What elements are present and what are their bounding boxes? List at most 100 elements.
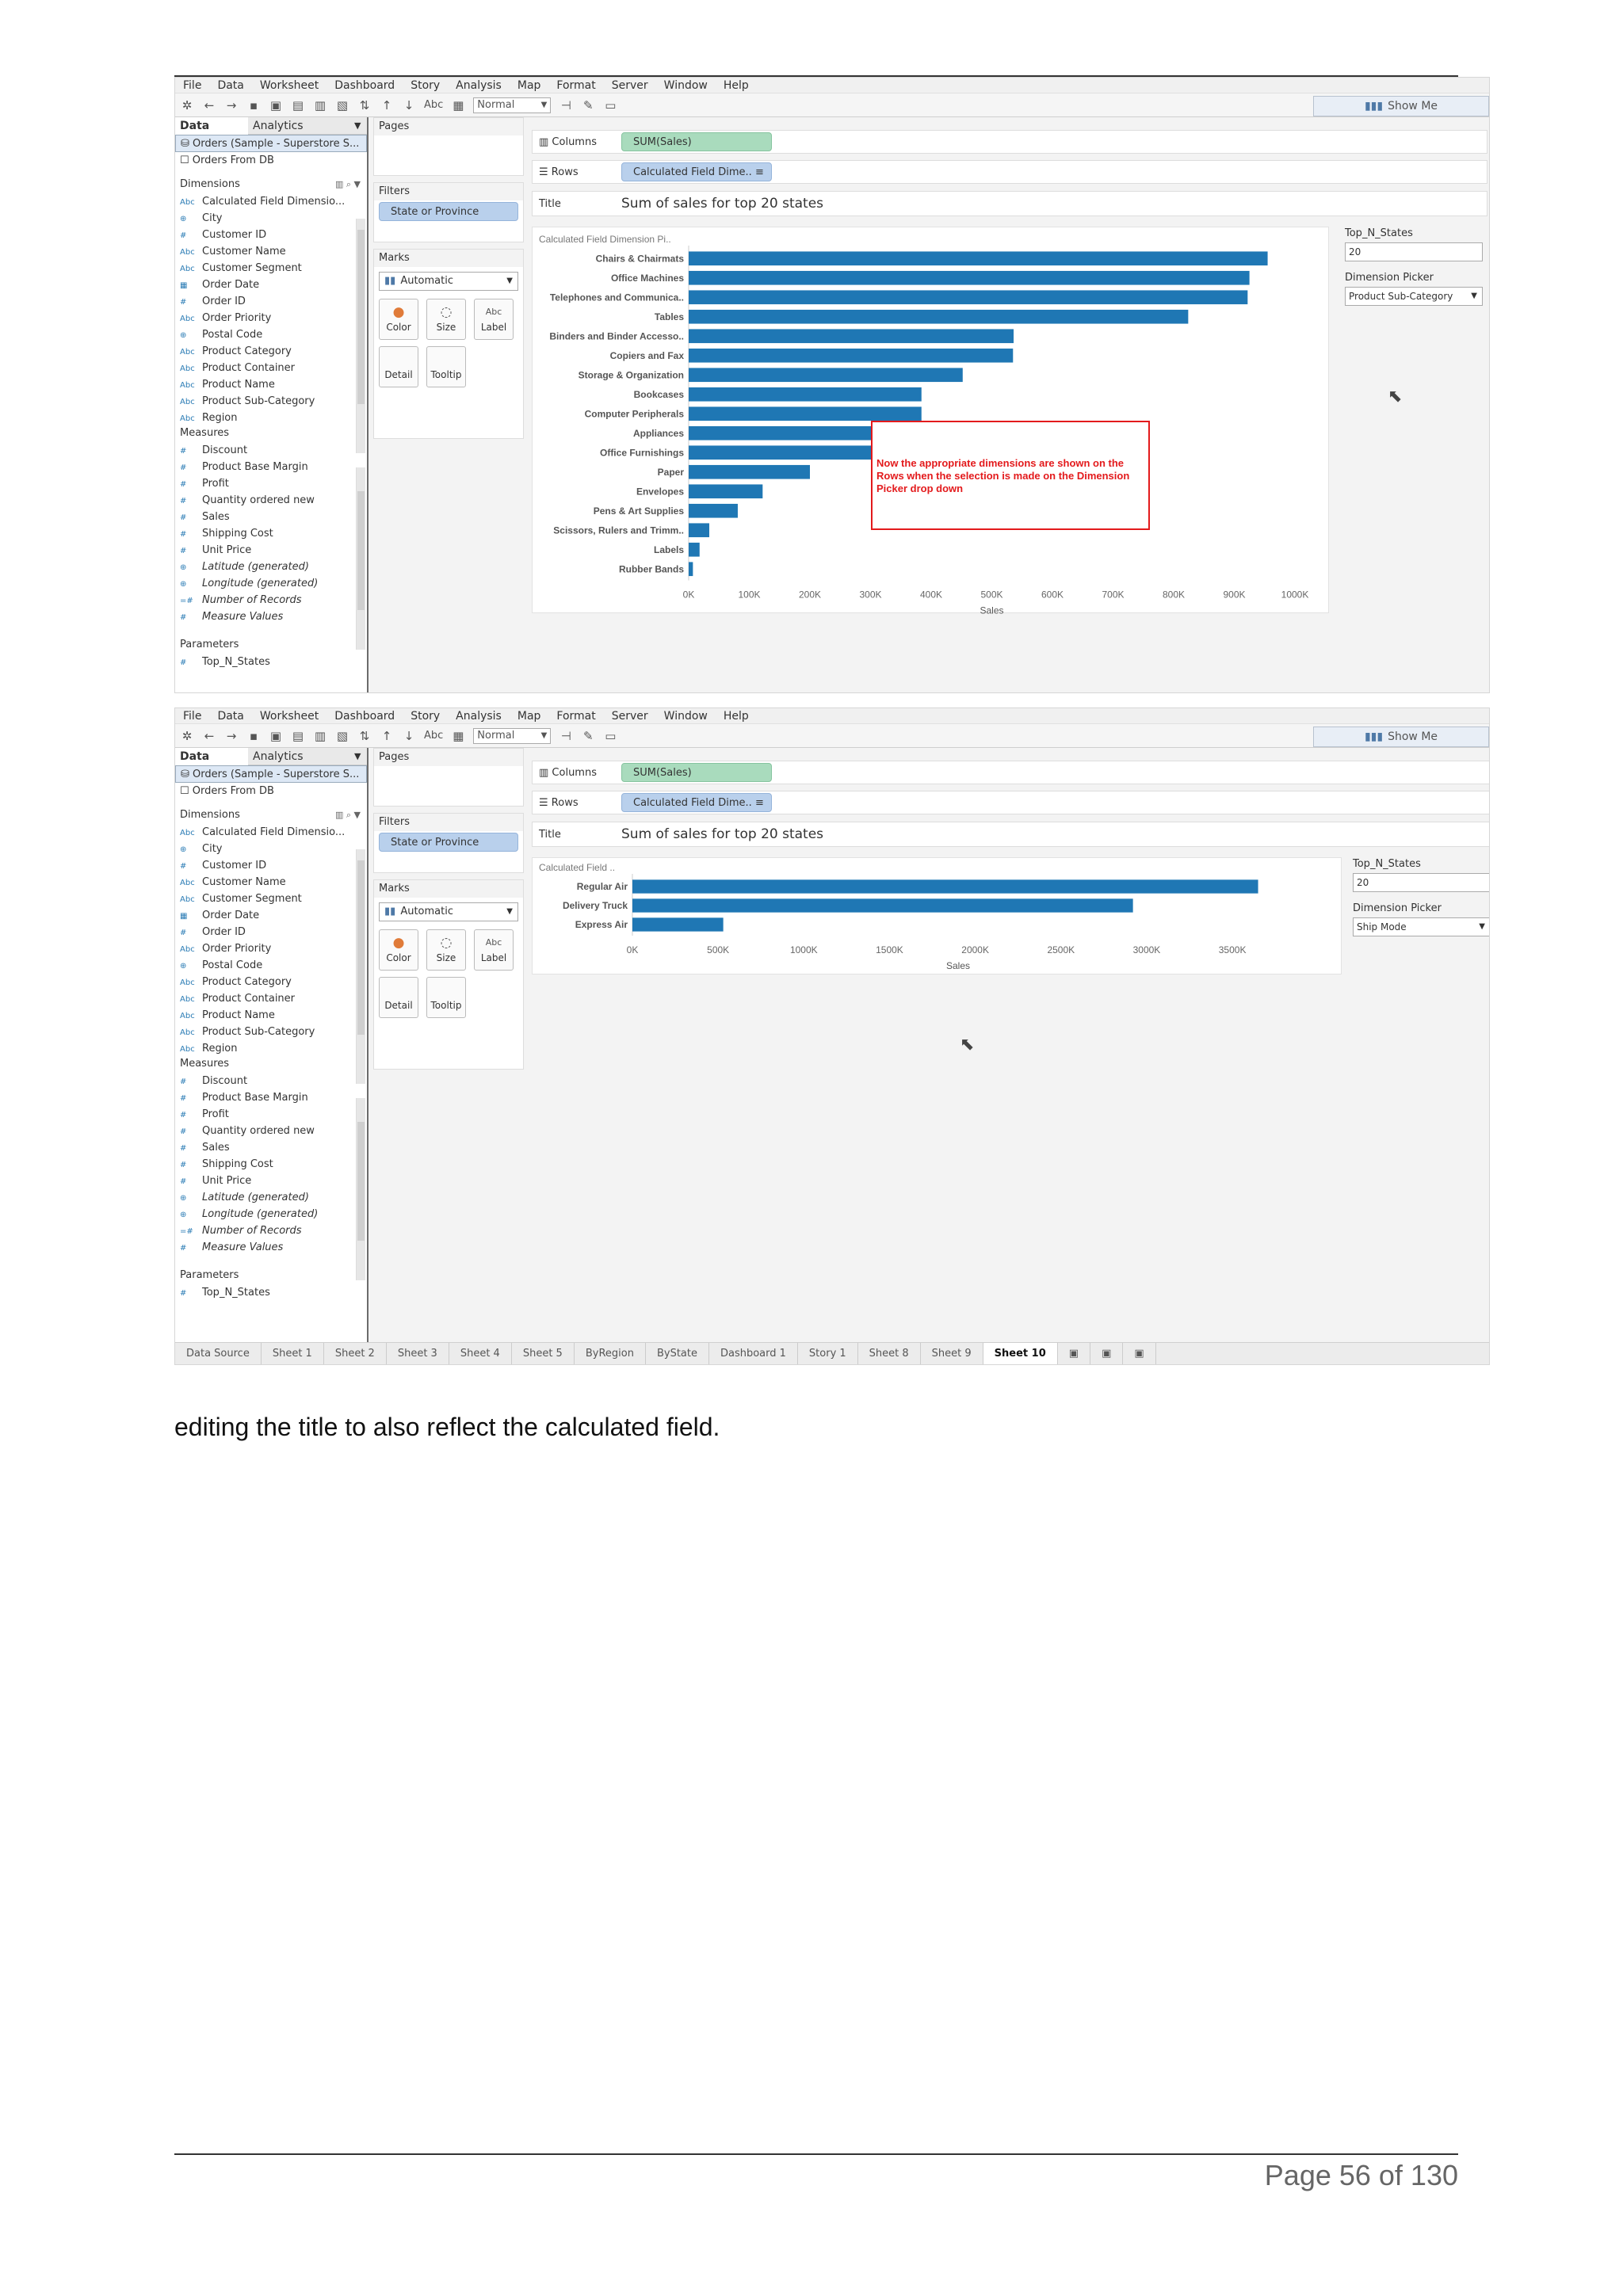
- field-item[interactable]: # Measure Values: [175, 608, 354, 625]
- menu-item-analysis[interactable]: Analysis: [456, 710, 502, 723]
- menu-item-map[interactable]: Map: [517, 710, 541, 723]
- sheet-tab[interactable]: Sheet 8: [858, 1342, 921, 1364]
- tooltip-button[interactable]: Tooltip: [426, 977, 466, 1018]
- duplicate-icon[interactable]: ▥: [313, 729, 327, 743]
- sheet-tab[interactable]: Sheet 4: [449, 1342, 512, 1364]
- measures-scrollbar[interactable]: [356, 1098, 365, 1280]
- filter-pill-state[interactable]: State or Province: [379, 833, 518, 852]
- field-item[interactable]: # Discount: [175, 442, 354, 459]
- field-item[interactable]: # Order ID: [175, 293, 354, 310]
- pages-card[interactable]: Pages: [373, 117, 524, 176]
- swap-icon[interactable]: ⇅: [357, 98, 372, 113]
- forward-icon[interactable]: →: [224, 729, 239, 743]
- rows-shelf[interactable]: ☰ Rows Calculated Field Dime.. ≡: [532, 160, 1487, 184]
- scroll-thumb[interactable]: [357, 860, 365, 1035]
- field-item[interactable]: ⊕ Postal Code: [175, 326, 354, 343]
- fit-select[interactable]: Normal ▼: [473, 727, 552, 744]
- field-item[interactable]: # Customer ID: [175, 227, 354, 243]
- menu-item-story[interactable]: Story: [411, 79, 440, 92]
- field-item[interactable]: ⊕ Latitude (generated): [175, 1189, 354, 1206]
- color-button[interactable]: ● Color: [379, 299, 418, 340]
- search-icon[interactable]: ▥ ⌕ ▼: [335, 176, 361, 193]
- fit-select[interactable]: Normal ▼: [473, 97, 552, 113]
- dimensions-scrollbar[interactable]: [356, 219, 365, 453]
- back-icon[interactable]: ←: [202, 729, 216, 743]
- pin-icon[interactable]: ⊣: [559, 98, 573, 113]
- dimension-picker-select[interactable]: Ship Mode ▼: [1353, 917, 1489, 936]
- presentation-icon[interactable]: ▭: [603, 98, 617, 113]
- sheet-tab[interactable]: ByRegion: [575, 1342, 646, 1364]
- field-item[interactable]: Abc Product Category: [175, 974, 354, 990]
- field-item[interactable]: # Shipping Cost: [175, 1156, 354, 1173]
- new-worksheet-icon[interactable]: ▣: [1058, 1342, 1091, 1364]
- presentation-icon[interactable]: ▭: [603, 729, 617, 743]
- field-item[interactable]: # Measure Values: [175, 1239, 354, 1256]
- worksheet-title[interactable]: Sum of sales for top 20 states: [621, 826, 823, 842]
- scroll-thumb[interactable]: [357, 491, 365, 610]
- menu-item-file[interactable]: File: [183, 710, 201, 723]
- size-button[interactable]: ◌ Size: [426, 929, 466, 971]
- dimensions-scrollbar[interactable]: [356, 849, 365, 1084]
- sheet-tab[interactable]: Sheet 1: [262, 1342, 324, 1364]
- label-button[interactable]: Abc Label: [474, 929, 514, 971]
- datasource-item[interactable]: ☐ Orders From DB: [175, 152, 367, 170]
- field-item[interactable]: Abc Product Name: [175, 1007, 354, 1024]
- field-item[interactable]: Abc Region: [175, 1040, 354, 1055]
- field-item[interactable]: Abc Customer Name: [175, 243, 354, 260]
- menu-item-analysis[interactable]: Analysis: [456, 79, 502, 92]
- pane-menu-icon[interactable]: ▼: [354, 748, 367, 765]
- field-item[interactable]: ⊕ City: [175, 210, 354, 227]
- filters-card[interactable]: Filters State or Province: [373, 182, 524, 242]
- datasource-item[interactable]: ⛁ Orders (Sample - Superstore S...: [175, 765, 367, 783]
- field-item[interactable]: # Profit: [175, 475, 354, 492]
- filters-card[interactable]: Filters State or Province: [373, 813, 524, 873]
- label-button[interactable]: Abc Label: [474, 299, 514, 340]
- menu-item-help[interactable]: Help: [724, 710, 749, 723]
- menu-item-server[interactable]: Server: [612, 710, 648, 723]
- pin-icon[interactable]: ⊣: [559, 729, 573, 743]
- tableau-logo-icon[interactable]: ✲: [180, 98, 194, 113]
- back-icon[interactable]: ←: [202, 98, 216, 113]
- tab-data[interactable]: Data: [175, 748, 248, 765]
- menu-item-dashboard[interactable]: Dashboard: [334, 79, 395, 92]
- field-item[interactable]: # Profit: [175, 1106, 354, 1123]
- sheet-tab[interactable]: Story 1: [798, 1342, 858, 1364]
- detail-button[interactable]: Detail: [379, 977, 418, 1018]
- pane-menu-icon[interactable]: ▼: [354, 117, 367, 134]
- sort-desc-icon[interactable]: ↓: [402, 98, 416, 113]
- highlight-icon[interactable]: ✎: [581, 729, 595, 743]
- field-item[interactable]: Abc Product Container: [175, 990, 354, 1007]
- field-item[interactable]: ▦ Order Date: [175, 277, 354, 293]
- menu-item-story[interactable]: Story: [411, 710, 440, 723]
- menu-item-help[interactable]: Help: [724, 79, 749, 92]
- sheet-tab[interactable]: ByState: [646, 1342, 709, 1364]
- field-item[interactable]: # Order ID: [175, 924, 354, 940]
- mark-type-select[interactable]: ▮▮ Automatic ▼: [379, 272, 518, 291]
- new-worksheet-icon[interactable]: ▤: [291, 729, 305, 743]
- field-item[interactable]: # Discount: [175, 1073, 354, 1089]
- field-item[interactable]: Abc Product Container: [175, 360, 354, 376]
- field-item[interactable]: ⊕ Longitude (generated): [175, 1206, 354, 1222]
- columns-pill-sum-sales[interactable]: SUM(Sales): [621, 132, 772, 151]
- field-item[interactable]: # Top_N_States: [175, 1284, 354, 1301]
- field-item[interactable]: # Shipping Cost: [175, 525, 354, 542]
- sheet-tab[interactable]: Data Source: [175, 1342, 262, 1364]
- new-dashboard-icon[interactable]: ▣: [1090, 1342, 1124, 1364]
- field-item[interactable]: ⊕ Longitude (generated): [175, 575, 354, 592]
- field-item[interactable]: =# Number of Records: [175, 592, 354, 608]
- labels-toggle[interactable]: Abc: [424, 730, 443, 742]
- field-item[interactable]: Abc Product Category: [175, 343, 354, 360]
- menu-item-data[interactable]: Data: [217, 79, 243, 92]
- tableau-logo-icon[interactable]: ✲: [180, 729, 194, 743]
- save-icon[interactable]: ▪: [246, 98, 261, 113]
- field-item[interactable]: # Quantity ordered new: [175, 1123, 354, 1139]
- scroll-thumb[interactable]: [357, 1122, 365, 1241]
- menu-item-window[interactable]: Window: [664, 710, 708, 723]
- sheet-tab[interactable]: Sheet 9: [921, 1342, 983, 1364]
- field-item[interactable]: # Quantity ordered new: [175, 492, 354, 509]
- menu-item-server[interactable]: Server: [612, 79, 648, 92]
- menu-item-format[interactable]: Format: [556, 710, 595, 723]
- menu-item-file[interactable]: File: [183, 79, 201, 92]
- sheet-tab[interactable]: Sheet 5: [512, 1342, 575, 1364]
- fit-icon[interactable]: ▦: [451, 729, 465, 743]
